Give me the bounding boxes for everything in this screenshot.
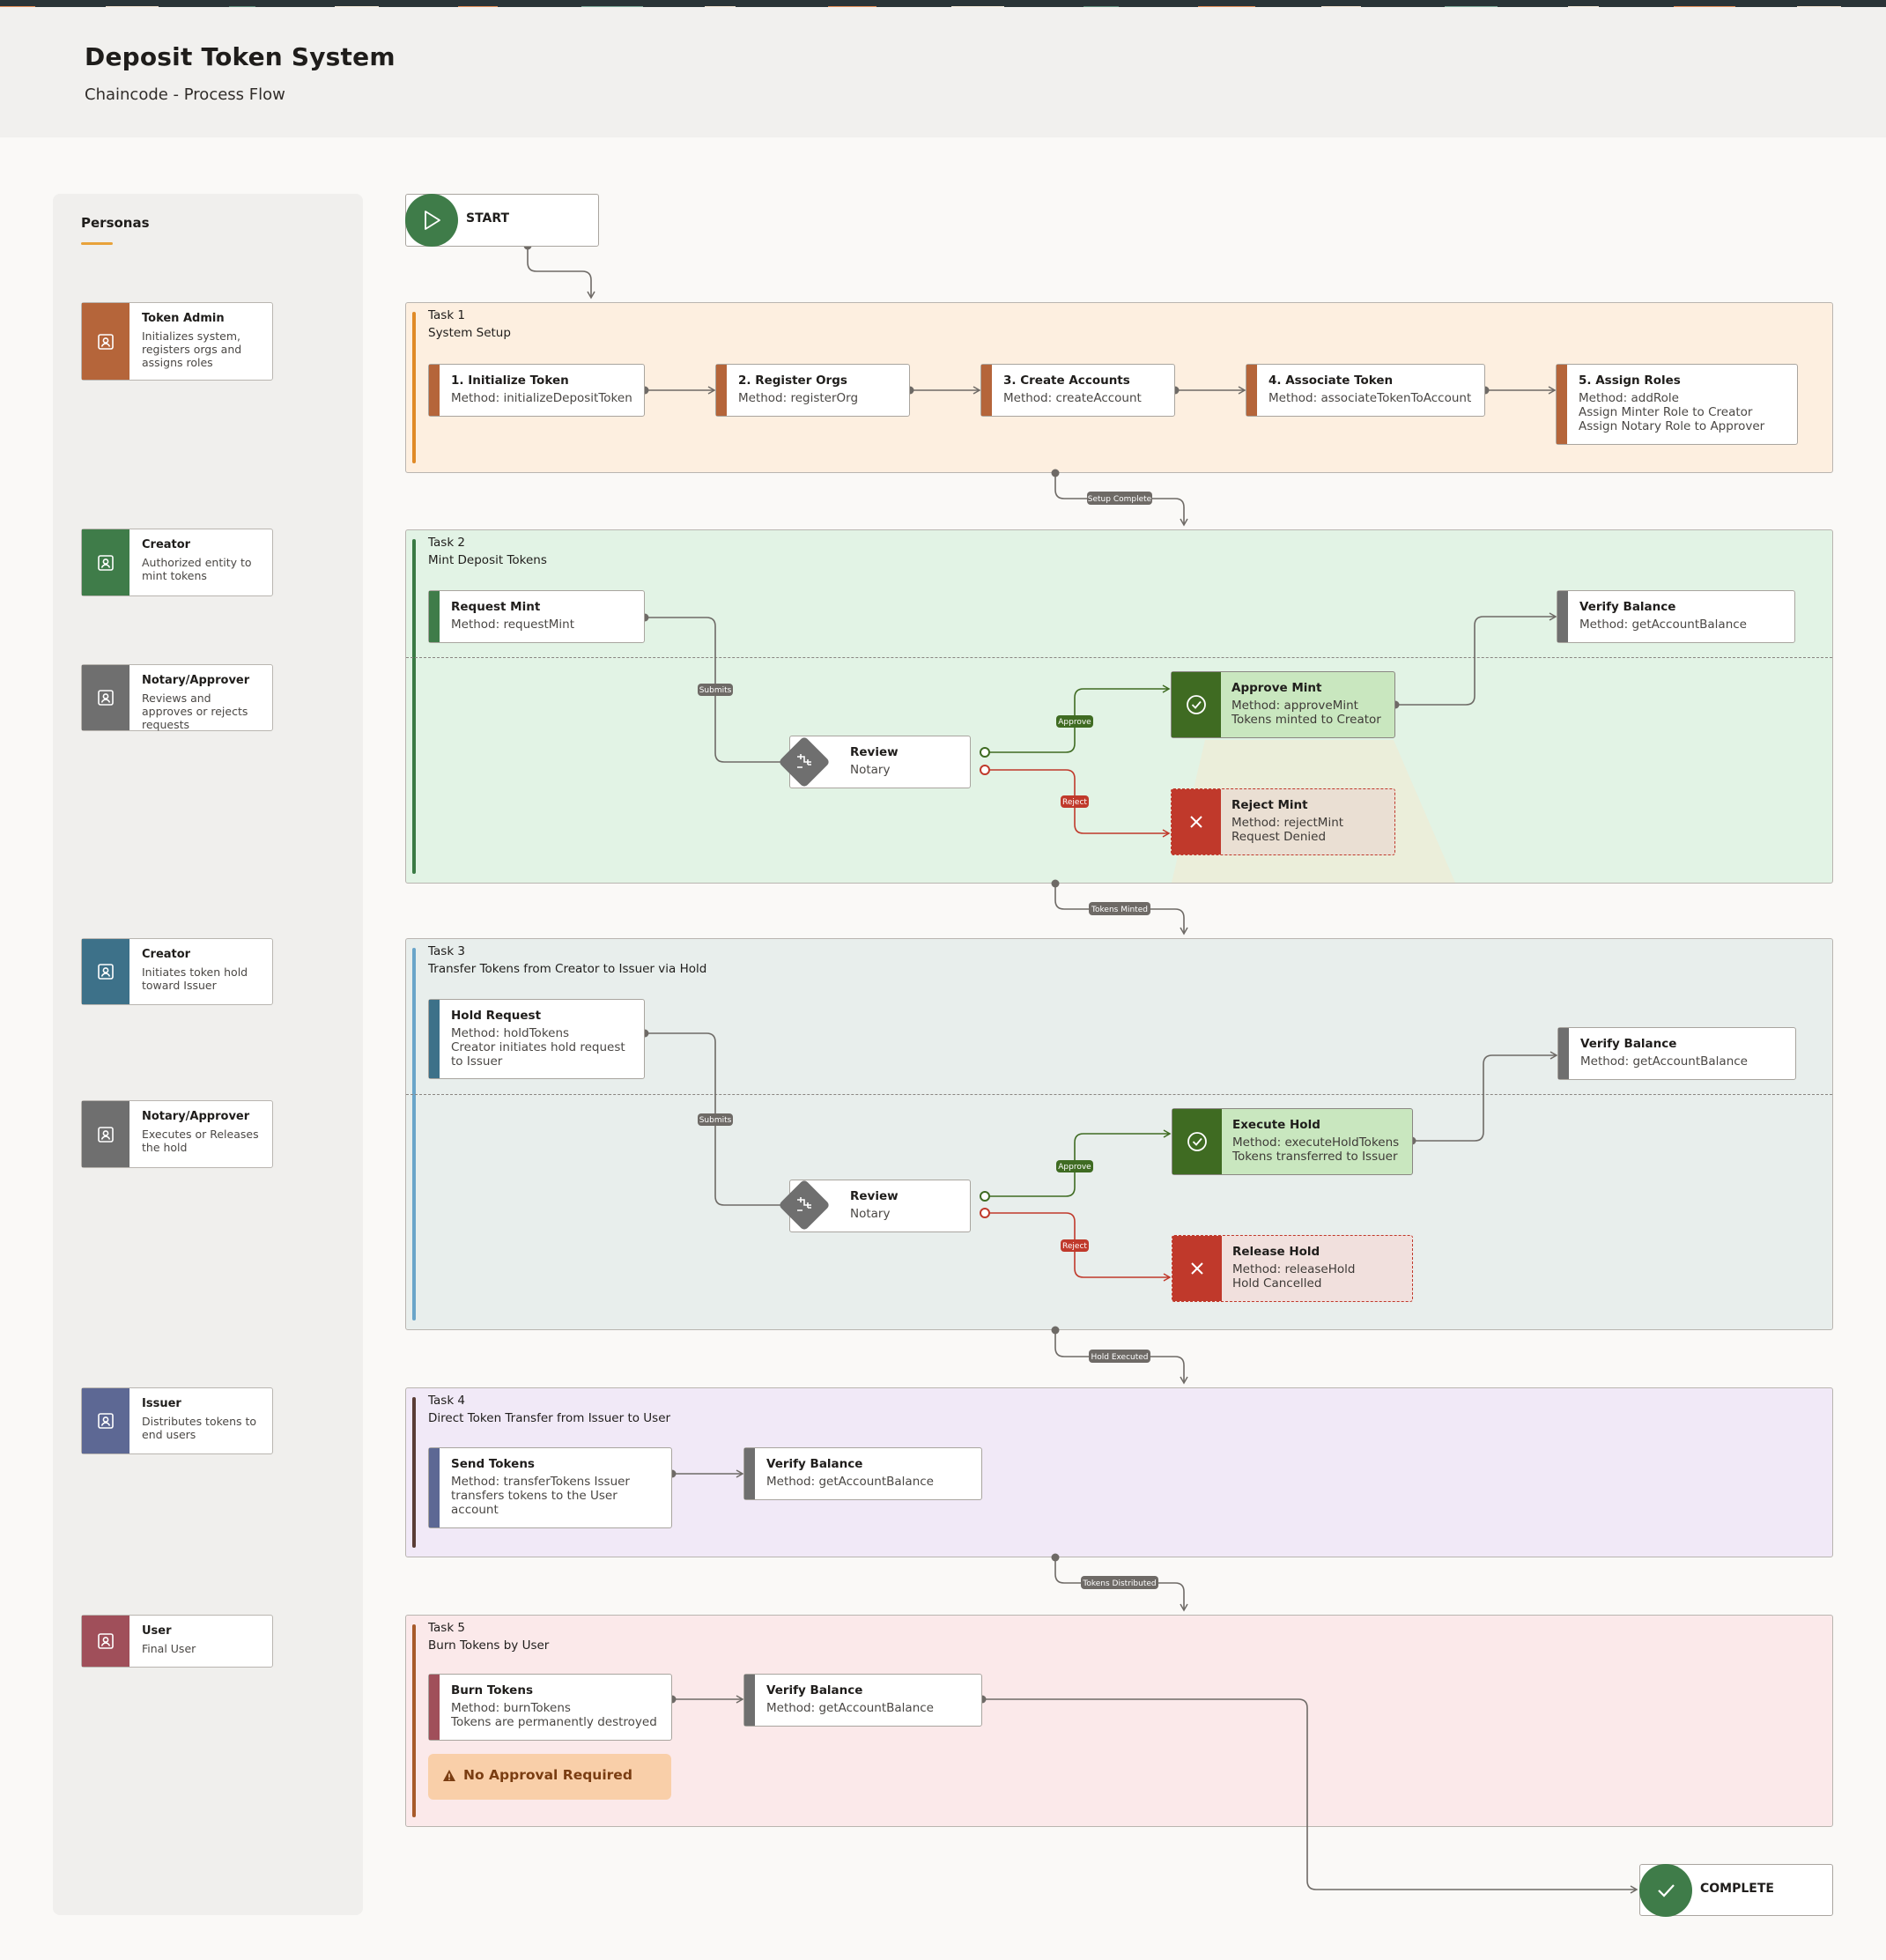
check-icon [1639, 1864, 1692, 1917]
complete-check-layer [1639, 1864, 1692, 1917]
